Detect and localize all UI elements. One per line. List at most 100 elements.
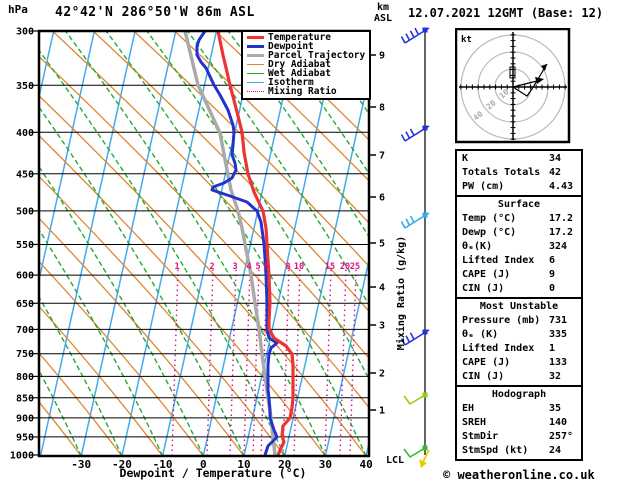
- table-row-value: 335: [549, 329, 568, 340]
- km-tick-label: 5: [379, 239, 385, 250]
- indices-table: Hodograph EH 35 SREH 140 StmDir 257° StmSpd (kt…: [455, 385, 583, 461]
- wind-barb-feather: [400, 221, 406, 229]
- km-tick-label: 7: [379, 151, 385, 162]
- table-row: CAPE (J) 133: [457, 356, 581, 370]
- km-tick-label: 4: [379, 283, 385, 294]
- indices-table: Most Unstable Pressure (mb) 731 θₑ (K) 335 Li…: [455, 297, 583, 387]
- wind-barb-feather: [414, 27, 420, 35]
- pressure-tick-label: 550: [16, 240, 34, 251]
- legend-line-sample: [247, 54, 264, 57]
- temp-tick-label: 30: [319, 458, 332, 471]
- pressure-tick-label: 900: [16, 413, 34, 424]
- wind-barb-marker: [422, 329, 428, 335]
- table-row: StmSpd (kt) 24: [457, 444, 581, 458]
- wind-barb-feather: [400, 36, 406, 44]
- km-tick-label: 3: [379, 321, 385, 332]
- table-row: Dewp (°C) 17.2: [457, 226, 581, 240]
- copyright-footer: © weatheronline.co.uk: [443, 468, 595, 482]
- table-row-label: Totals Totals: [462, 167, 541, 178]
- table-row: EH 35: [457, 402, 581, 416]
- pressure-tick-label: 300: [16, 27, 34, 38]
- indices-table: K 34 Totals Totals 42 PW (cm) 4.43: [455, 149, 583, 197]
- hodograph: 102040 kt: [455, 28, 571, 144]
- table-row-value: 17.2: [549, 213, 574, 224]
- wind-barb-feather: [405, 218, 411, 226]
- table-row-value: 17.2: [549, 227, 574, 238]
- table-row-label: CAPE (J): [462, 357, 511, 368]
- table-row: θₑ (K) 335: [457, 328, 581, 342]
- table-row: Lifted Index 1: [457, 342, 581, 356]
- km-tick-label: 1: [379, 406, 385, 417]
- table-row-label: PW (cm): [462, 181, 505, 192]
- table-row: Pressure (mb) 731: [457, 314, 581, 328]
- pressure-tick-label: 350: [16, 81, 34, 92]
- wind-barb-feather: [400, 134, 406, 142]
- table-row-label: EH: [462, 403, 475, 414]
- table-row-value: 4.43: [549, 181, 574, 192]
- pressure-tick-label: 850: [16, 393, 34, 404]
- table-row-value: 257°: [549, 431, 574, 442]
- table-row: Temp (°C) 17.2: [457, 212, 581, 226]
- pressure-tick-label: 750: [16, 349, 34, 360]
- table-row-value: 34: [549, 153, 562, 164]
- table-row-label: θₑ (K): [462, 329, 499, 340]
- wind-barb-feather: [405, 33, 411, 41]
- table-row-label: CIN (J): [462, 283, 505, 294]
- mixing-ratio-value-label: 8: [285, 262, 290, 272]
- mixing-ratio-value-label: 10: [294, 262, 304, 272]
- table-row-value: 0: [549, 283, 556, 294]
- legend-line-sample: [247, 45, 264, 48]
- table-row-value: 1: [549, 343, 556, 354]
- table-row: CIN (J) 32: [457, 370, 581, 384]
- table-row-value: 731: [549, 315, 568, 326]
- legend-line-sample: [247, 91, 264, 92]
- wind-barb-feather: [405, 131, 411, 139]
- mixing-ratio-line: [324, 267, 332, 456]
- hodograph-unit-label: kt: [461, 35, 472, 45]
- table-row: Totals Totals 42: [457, 166, 581, 180]
- indices-tables: K 34 Totals Totals 42 PW (cm) 4.43 Surface Temp…: [455, 149, 583, 461]
- legend-box: Temperature Dewpoint Parcel Trajectory Dry …: [241, 30, 371, 100]
- mixing-ratio-value-label: 4: [246, 262, 251, 272]
- pressure-tick-label: 450: [16, 169, 34, 180]
- wind-barb-marker: [422, 125, 428, 131]
- pressure-tick-label: 1000: [10, 451, 34, 462]
- pressure-tick-label: 600: [16, 271, 34, 282]
- table-row-value: 24: [549, 445, 562, 456]
- table-row-label: SREH: [462, 417, 487, 428]
- table-row: PW (cm) 4.43: [457, 180, 581, 194]
- km-tick-label: 2: [379, 369, 385, 380]
- wet-adiabat-line: [39, 369, 82, 456]
- legend-line-sample: [247, 72, 264, 75]
- temp-tick-label: -30: [71, 458, 91, 471]
- legend-item-label: Mixing Ratio: [268, 86, 337, 97]
- table-row: StmDir 257°: [457, 430, 581, 444]
- table-row: K 34: [457, 152, 581, 166]
- table-section-title: Most Unstable: [479, 301, 559, 312]
- pressure-tick-label: 950: [16, 432, 34, 443]
- mixing-ratio-value-label: 20: [340, 262, 350, 272]
- wind-barb-light: [403, 394, 426, 406]
- table-row-value: 35: [549, 403, 562, 414]
- wind-barb-feather: [409, 332, 415, 340]
- wind-barb-feather: [409, 128, 415, 136]
- table-row-value: 42: [549, 167, 562, 178]
- mixing-ratio-value-label: 6: [263, 262, 268, 272]
- mixing-ratio-value-label: 15: [325, 262, 335, 272]
- mixing-ratio-value-label: 3: [232, 262, 237, 272]
- mixing-ratio-value-label: 5: [255, 262, 260, 272]
- table-row-label: Dewp (°C): [462, 227, 517, 238]
- table-row-label: Pressure (mb): [462, 315, 541, 326]
- table-row: CAPE (J) 9: [457, 268, 581, 282]
- legend-line-sample: [247, 81, 264, 84]
- wind-barb-marker: [422, 27, 428, 33]
- table-row-label: Temp (°C): [462, 213, 517, 224]
- km-tick-label: 8: [379, 103, 385, 114]
- table-row-value: 32: [549, 371, 562, 382]
- pressure-tick-label: 700: [16, 325, 34, 336]
- table-row-label: StmSpd (kt): [462, 445, 529, 456]
- pressure-tick-label: 800: [16, 372, 34, 383]
- temp-tick-label: 40: [359, 458, 372, 471]
- table-row-label: CIN (J): [462, 371, 505, 382]
- mixing-ratio-axis-label: Mixing Ratio (g/kg): [395, 236, 407, 350]
